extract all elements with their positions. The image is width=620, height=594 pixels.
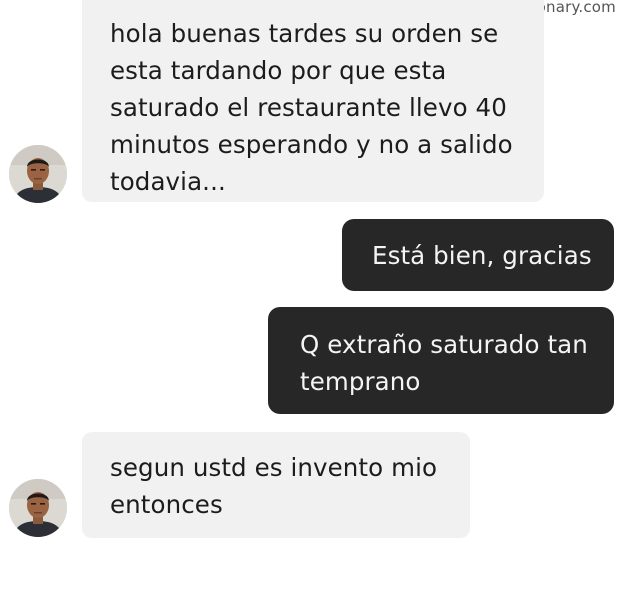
message-line: todavia...	[110, 167, 226, 196]
message-line: segun ustd es invento mio	[110, 453, 438, 482]
avatar[interactable]	[9, 145, 67, 203]
person-avatar-icon	[9, 479, 67, 537]
message-line: Q extraño saturado tan	[300, 330, 588, 359]
message-bubble-outgoing: Está bien, gracias	[342, 219, 614, 291]
message-bubble-incoming: segun ustd es invento mio entonces	[82, 432, 470, 538]
message-bubble-outgoing: Q extraño saturado tan temprano	[268, 307, 614, 414]
message-line: minutos esperando y no a salido	[110, 130, 513, 159]
message-line: entonces	[110, 490, 223, 519]
avatar[interactable]	[9, 479, 67, 537]
person-avatar-icon	[9, 145, 67, 203]
message-line: saturado el restaurante llevo 40	[110, 93, 507, 122]
message-line: hola buenas tardes su orden se	[110, 19, 499, 48]
message-line: esta tardando por que esta	[110, 56, 447, 85]
message-line: temprano	[300, 367, 421, 396]
message-line: Está bien, gracias	[372, 241, 592, 270]
message-bubble-incoming: hola buenas tardes su orden se esta tard…	[82, 0, 544, 202]
